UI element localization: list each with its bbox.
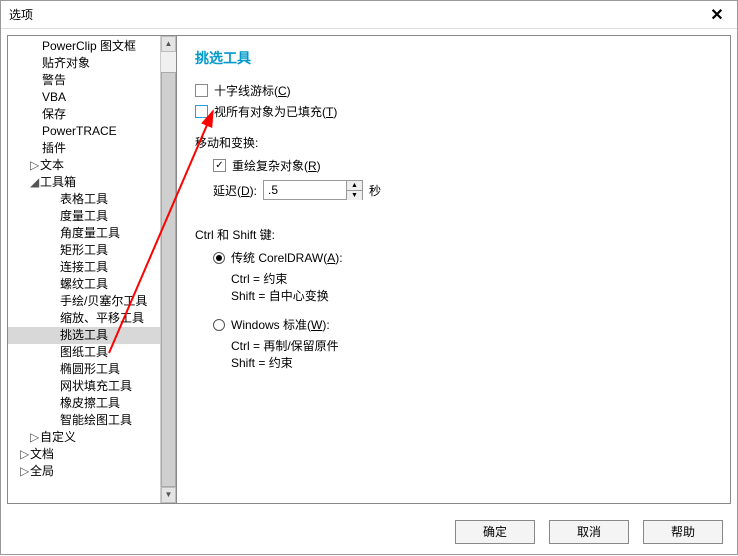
expand-icon[interactable]: ▷: [20, 463, 30, 480]
tree-item[interactable]: 手绘/贝塞尔工具: [8, 293, 160, 310]
tree-item[interactable]: 缩放、平移工具: [8, 310, 160, 327]
cancel-button[interactable]: 取消: [549, 520, 629, 544]
delay-spinner[interactable]: ▲ ▼: [346, 181, 362, 199]
tree-item[interactable]: 插件: [8, 140, 160, 157]
tree-item[interactable]: 螺纹工具: [8, 276, 160, 293]
tree-item[interactable]: 度量工具: [8, 208, 160, 225]
scroll-down-icon[interactable]: ▼: [161, 487, 176, 503]
help-button[interactable]: 帮助: [643, 520, 723, 544]
tree-item[interactable]: 角度量工具: [8, 225, 160, 242]
tree-item[interactable]: 图纸工具: [8, 344, 160, 361]
tree-item-document[interactable]: ▷文档: [8, 446, 160, 463]
tree-item[interactable]: VBA: [8, 89, 160, 106]
close-icon[interactable]: ✕: [705, 5, 729, 25]
delay-label: 延迟(D):: [213, 182, 257, 199]
traditional-radio-label: 传统 CorelDRAW(A):: [231, 249, 343, 266]
tree-item[interactable]: PowerTRACE: [8, 123, 160, 140]
tree-item[interactable]: 椭圆形工具: [8, 361, 160, 378]
tree-item[interactable]: 警告: [8, 72, 160, 89]
windows-desc1: Ctrl = 再制/保留原件: [231, 337, 712, 354]
windows-desc2: Shift = 约束: [231, 354, 712, 371]
settings-panel: 挑选工具 十字线游标(C) 视所有对象为已填充(T) 移动和变换: 重绘复杂对象…: [177, 35, 731, 504]
tree-item[interactable]: 贴齐对象: [8, 55, 160, 72]
tree-item-text[interactable]: ▷文本: [8, 157, 160, 174]
tree-item[interactable]: PowerClip 图文框: [8, 38, 160, 55]
windows-standard-radio-label: Windows 标准(W):: [231, 316, 330, 333]
redraw-complex-label: 重绘复杂对象(R): [232, 157, 321, 174]
spin-down-icon[interactable]: ▼: [347, 191, 362, 200]
delay-input[interactable]: .5 ▲ ▼: [263, 180, 363, 200]
traditional-desc2: Shift = 自中心变换: [231, 287, 712, 304]
crosshair-cursor-checkbox[interactable]: [195, 84, 208, 97]
scroll-thumb[interactable]: [161, 72, 176, 487]
expand-icon[interactable]: ▷: [30, 157, 40, 174]
tree-item[interactable]: 矩形工具: [8, 242, 160, 259]
collapse-icon[interactable]: ◢: [30, 174, 40, 191]
ok-button[interactable]: 确定: [455, 520, 535, 544]
traditional-desc1: Ctrl = 约束: [231, 270, 712, 287]
options-tree[interactable]: PowerClip 图文框 贴齐对象 警告 VBA 保存 PowerTRACE …: [8, 36, 160, 503]
spin-up-icon[interactable]: ▲: [347, 181, 362, 191]
redraw-complex-checkbox[interactable]: [213, 159, 226, 172]
tree-item-custom[interactable]: ▷自定义: [8, 429, 160, 446]
treat-filled-label: 视所有对象为已填充(T): [214, 103, 337, 120]
tree-item[interactable]: 连接工具: [8, 259, 160, 276]
panel-heading: 挑选工具: [195, 48, 712, 68]
ctrl-shift-label: Ctrl 和 Shift 键:: [195, 226, 712, 243]
tree-scrollbar[interactable]: ▲ ▼: [160, 36, 176, 503]
move-transform-label: 移动和变换:: [195, 134, 712, 151]
tree-item[interactable]: 表格工具: [8, 191, 160, 208]
expand-icon[interactable]: ▷: [30, 429, 40, 446]
expand-icon[interactable]: ▷: [20, 446, 30, 463]
dialog-title: 选项: [9, 6, 705, 23]
tree-item-global[interactable]: ▷全局: [8, 463, 160, 480]
crosshair-cursor-label: 十字线游标(C): [214, 82, 291, 99]
tree-item-pick-tool[interactable]: 挑选工具: [8, 327, 160, 344]
windows-standard-radio[interactable]: [213, 319, 225, 331]
delay-value: .5: [268, 183, 278, 197]
tree-item[interactable]: 网状填充工具: [8, 378, 160, 395]
tree-item[interactable]: 智能绘图工具: [8, 412, 160, 429]
tree-item[interactable]: 保存: [8, 106, 160, 123]
traditional-radio[interactable]: [213, 252, 225, 264]
scroll-up-icon[interactable]: ▲: [161, 36, 176, 52]
treat-filled-checkbox[interactable]: [195, 105, 208, 118]
tree-item[interactable]: 橡皮擦工具: [8, 395, 160, 412]
tree-item-toolbox[interactable]: ◢工具箱: [8, 174, 160, 191]
delay-unit: 秒: [369, 182, 381, 199]
